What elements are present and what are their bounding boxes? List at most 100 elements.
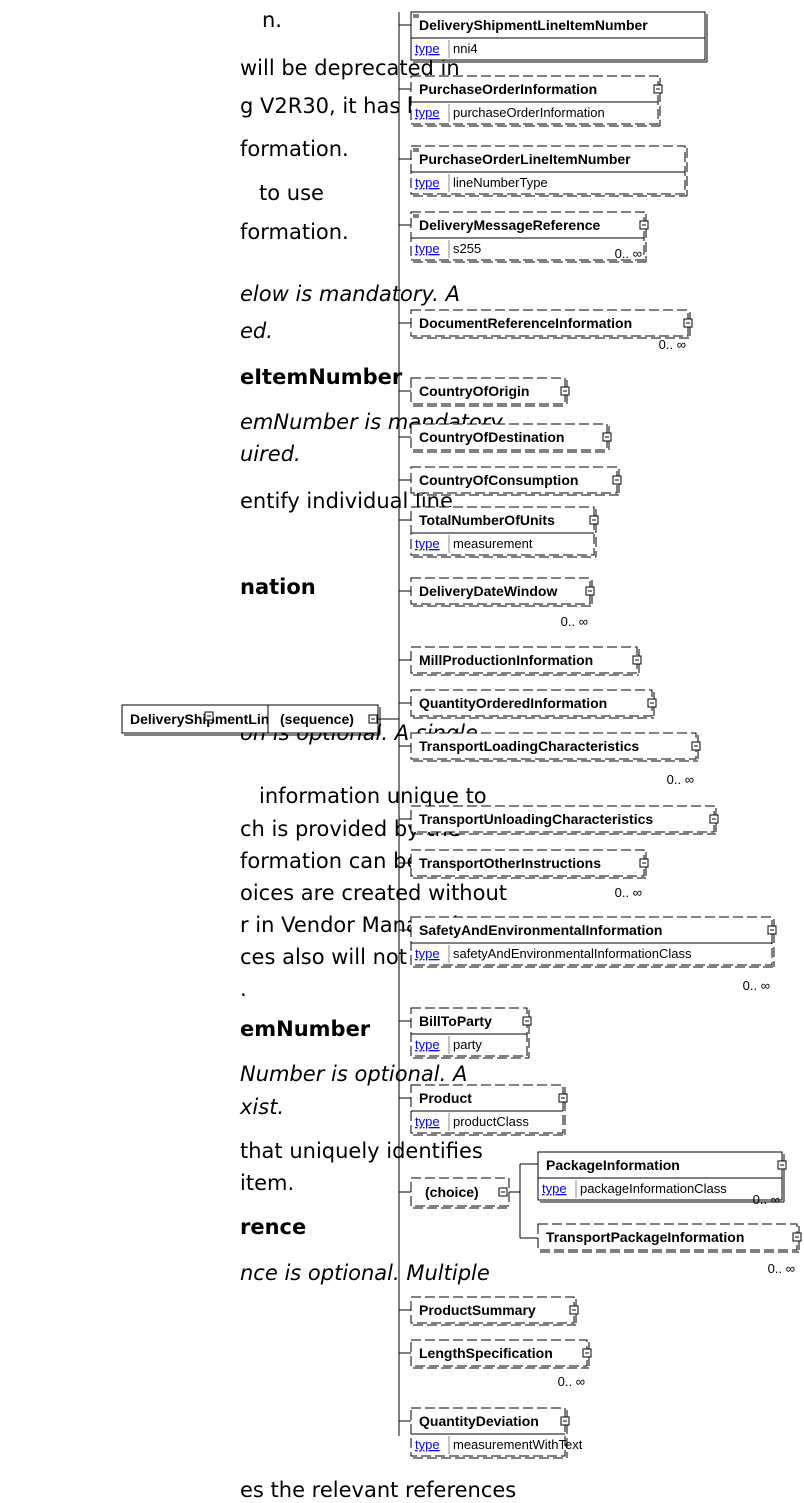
expand-icon[interactable] [589,515,599,525]
element-name: TotalNumberOfUnits [419,512,555,528]
element-name: PurchaseOrderInformation [419,81,597,97]
schema-element[interactable]: TransportOtherInstructions 0.. ∞ [410,849,649,900]
expand-icon[interactable] [612,475,622,485]
element-name: CountryOfOrigin [419,383,529,399]
expand-icon[interactable] [582,1348,592,1358]
expand-icon[interactable] [683,318,693,328]
expand-icon[interactable] [602,432,612,442]
schema-element[interactable]: DeliveryShipmentLineItemNumber type nni4 [410,11,708,63]
type-link[interactable]: type [415,105,440,120]
type-link[interactable]: type [415,946,440,961]
expand-icon[interactable] [647,698,657,708]
choice-label: (choice) [425,1184,479,1200]
expand-icon[interactable] [368,714,378,724]
element-name: Product [419,1090,472,1106]
schema-element[interactable]: SafetyAndEnvironmentalInformation type saf… [410,916,777,993]
expand-icon[interactable] [639,858,649,868]
schema-element[interactable]: PurchaseOrderInformation type purchaseOrde… [410,75,663,127]
schema-element[interactable]: CountryOfOrigin [410,377,570,407]
type-value: lineNumberType [453,175,548,190]
expand-icon[interactable] [522,1016,532,1026]
schema-element[interactable]: TransportLoadingCharacteristics 0.. ∞ [410,732,701,787]
type-link[interactable]: type [415,175,440,190]
schema-element[interactable]: TotalNumberOfUnits type measurement [410,506,599,558]
element-name: SafetyAndEnvironmentalInformation [419,922,662,938]
element-name: MillProductionInformation [419,652,593,668]
element-name: TransportOtherInstructions [419,855,601,871]
schema-element[interactable]: PurchaseOrderLineItemNumber type lineNumbe… [410,145,688,197]
occurrence-label: 0.. ∞ [743,978,770,993]
expand-icon[interactable] [498,1187,508,1197]
type-link[interactable]: type [415,536,440,551]
schema-element[interactable]: CountryOfDestination [410,423,612,453]
element-name: PurchaseOrderLineItemNumber [419,151,631,167]
type-value: party [453,1037,482,1052]
element-name: PackageInformation [546,1157,680,1173]
expand-icon[interactable] [585,586,595,596]
element-name: CountryOfConsumption [419,472,578,488]
type-link[interactable]: type [415,241,440,256]
element-name: BillToParty [419,1013,492,1029]
element-name: DeliveryShipmentLineItemNumber [419,17,648,33]
schema-element[interactable]: CountryOfConsumption [410,466,622,496]
expand-icon[interactable] [632,655,642,665]
occurrence-label: 0.. ∞ [667,772,694,787]
type-link[interactable]: type [415,1114,440,1129]
schema-element[interactable]: DeliveryMessageReference type s255 0.. ∞ [410,211,649,263]
sequence-compositor[interactable]: (sequence) [267,704,381,736]
expand-icon[interactable] [639,220,649,230]
type-value: measurementWithText [453,1437,583,1452]
type-link[interactable]: type [542,1181,567,1196]
type-value: productClass [453,1114,529,1129]
schema-element[interactable]: BillToParty type party [410,1007,532,1059]
expand-icon[interactable] [560,1416,570,1426]
schema-element[interactable]: DocumentReferenceInformation 0.. ∞ [410,309,693,352]
expand-icon[interactable] [792,1232,802,1242]
schema-element[interactable]: MillProductionInformation [410,646,642,676]
schema-element[interactable]: ProductSummary [410,1296,579,1326]
occurrence-label: 0.. ∞ [615,885,642,900]
occurrence-label: 0.. ∞ [753,1192,780,1207]
occurrence-label: 0.. ∞ [561,614,588,629]
expand-icon[interactable] [560,386,570,396]
schema-element[interactable]: TransportPackageInformation 0.. ∞ [537,1223,802,1276]
element-name: TransportUnloadingCharacteristics [419,811,653,827]
type-value: safetyAndEnvironmentalInformationClass [453,946,692,961]
element-name: QuantityDeviation [419,1413,539,1429]
type-value: packageInformationClass [580,1181,727,1196]
schema-element[interactable]: DeliveryDateWindow 0.. ∞ [410,577,595,629]
element-name: ProductSummary [419,1302,536,1318]
sequence-label: (sequence) [280,711,354,727]
schema-element[interactable]: QuantityDeviation type measurementWithText [410,1407,583,1459]
occurrence-label: 0.. ∞ [768,1261,795,1276]
type-link[interactable]: type [415,1437,440,1452]
element-name: DeliveryMessageReference [419,217,601,233]
expand-icon[interactable] [777,1160,787,1170]
expand-icon[interactable] [558,1093,568,1103]
element-name: DocumentReferenceInformation [419,315,632,331]
type-link[interactable]: type [415,1037,440,1052]
type-value: s255 [453,241,481,256]
element-name: TransportLoadingCharacteristics [419,738,639,754]
element-name: LengthSpecification [419,1345,553,1361]
type-link[interactable]: type [415,41,440,56]
schema-element[interactable]: Product type productClass [410,1084,568,1136]
expand-icon[interactable] [569,1305,579,1315]
schema-element[interactable]: LengthSpecification 0.. ∞ [410,1339,592,1389]
expand-icon[interactable] [653,84,663,94]
occurrence-label: 0.. ∞ [659,337,686,352]
expand-icon[interactable] [204,711,214,721]
occurrence-label: 0.. ∞ [558,1374,585,1389]
choice-compositor[interactable]: (choice) [410,1177,511,1209]
expand-icon[interactable] [691,741,701,751]
expand-icon[interactable] [767,925,777,935]
type-value: nni4 [453,41,478,56]
schema-element[interactable]: TransportUnloadingCharacteristics [410,805,719,835]
type-value: measurement [453,536,533,551]
expand-icon[interactable] [709,814,719,824]
schema-element[interactable]: QuantityOrderedInformation [410,689,657,719]
element-name: DeliveryDateWindow [419,583,557,599]
element-name: CountryOfDestination [419,429,564,445]
type-value: purchaseOrderInformation [453,105,605,120]
schema-element[interactable]: PackageInformation type packageInformation… [537,1151,787,1207]
